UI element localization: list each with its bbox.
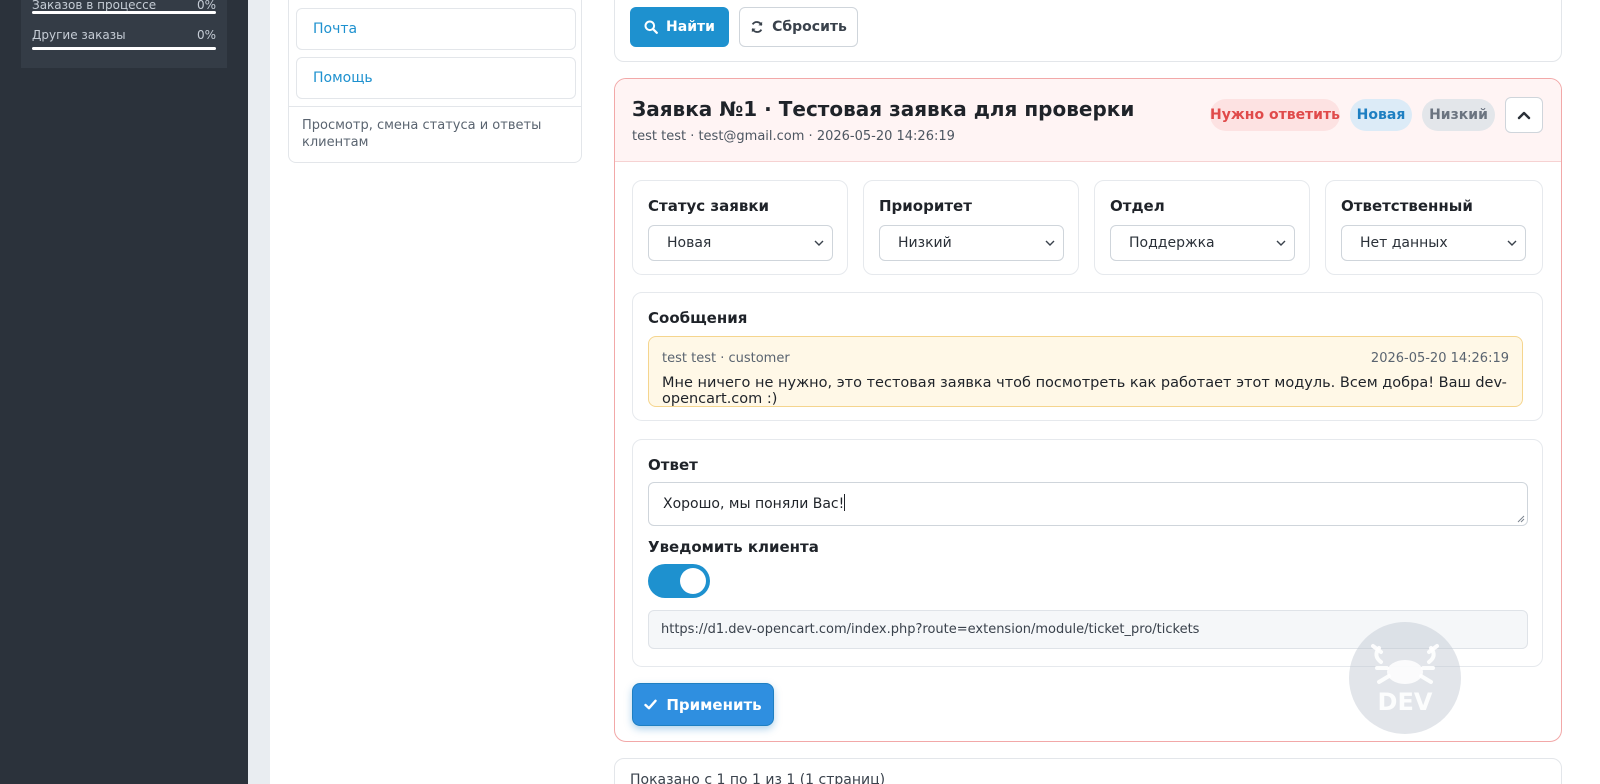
left-sidebar: Заказов в процессе 0% Другие заказы 0% bbox=[0, 0, 248, 784]
assignee-select-value: Нет данных bbox=[1360, 235, 1448, 251]
status-field: Статус заявки Новая bbox=[632, 180, 848, 275]
reply-title: Ответ bbox=[648, 456, 698, 474]
pagination-text: Показано с 1 по 1 из 1 (1 страниц) bbox=[630, 772, 886, 784]
need-reply-badge: Нужно ответить bbox=[1210, 99, 1340, 131]
priority-badge: Низкий bbox=[1422, 99, 1495, 131]
message-author: test test · customer bbox=[662, 351, 790, 366]
chevron-down-icon bbox=[1276, 240, 1286, 246]
stat-progress-bar bbox=[32, 11, 216, 14]
reset-button-label: Сбросить bbox=[772, 19, 847, 35]
menu-item-help[interactable]: Помощь bbox=[296, 57, 576, 99]
chevron-down-icon bbox=[814, 240, 824, 246]
find-button[interactable]: Найти bbox=[630, 7, 729, 47]
assignee-field-label: Ответственный bbox=[1341, 197, 1473, 215]
reply-textarea[interactable]: Хорошо, мы поняли Вас! bbox=[648, 482, 1528, 526]
dev-logo-watermark: DEV bbox=[1349, 622, 1461, 734]
priority-field: Приоритет Низкий bbox=[863, 180, 1079, 275]
ticket-meta: test test · test@gmail.com · 2026-05-20 … bbox=[632, 129, 955, 144]
stat-progress-bar bbox=[32, 47, 216, 50]
menu-divider bbox=[289, 106, 581, 107]
stat-percent: 0% bbox=[196, 28, 216, 42]
department-field-label: Отдел bbox=[1110, 197, 1165, 215]
menu-description: Просмотр, смена статуса и ответы клиента… bbox=[302, 118, 542, 150]
department-select-value: Поддержка bbox=[1129, 235, 1215, 251]
find-button-label: Найти bbox=[666, 19, 715, 35]
apply-button-label: Применить bbox=[666, 695, 762, 714]
collapse-button[interactable] bbox=[1505, 97, 1543, 133]
assignee-select[interactable]: Нет данных bbox=[1341, 225, 1526, 261]
toggle-knob bbox=[680, 568, 706, 594]
priority-select-value: Низкий bbox=[898, 235, 952, 251]
apply-button[interactable]: Применить bbox=[632, 683, 774, 726]
stat-orders-in-progress: Заказов в процессе 0% bbox=[32, 0, 216, 18]
ticket-title: Заявка №1 · Тестовая заявка для проверки bbox=[632, 97, 1135, 121]
assignee-field: Ответственный Нет данных bbox=[1325, 180, 1543, 275]
message-text: Мне ничего не нужно, это тестовая заявка… bbox=[662, 375, 1507, 407]
check-icon bbox=[644, 699, 658, 710]
watermark-text: DEV bbox=[1377, 688, 1433, 716]
text-caret bbox=[844, 494, 846, 511]
resize-grip-icon[interactable] bbox=[1517, 515, 1525, 523]
message-item: test test · customer 2026-05-20 14:26:19… bbox=[648, 336, 1523, 407]
messages-title: Сообщения bbox=[648, 309, 748, 327]
department-select[interactable]: Поддержка bbox=[1110, 225, 1295, 261]
menu-item-mail[interactable]: Почта bbox=[296, 8, 576, 50]
ticket-header: Заявка №1 · Тестовая заявка для проверки… bbox=[615, 79, 1561, 162]
chevron-down-icon bbox=[1507, 240, 1517, 246]
stat-label: Другие заказы bbox=[32, 28, 126, 42]
message-date: 2026-05-20 14:26:19 bbox=[1370, 351, 1509, 366]
priority-field-label: Приоритет bbox=[879, 197, 972, 215]
priority-select[interactable]: Низкий bbox=[879, 225, 1064, 261]
notify-client-label: Уведомить клиента bbox=[648, 538, 819, 556]
chevron-up-icon bbox=[1517, 111, 1531, 120]
chevron-down-icon bbox=[1045, 240, 1055, 246]
status-badge: Новая bbox=[1350, 99, 1412, 131]
reset-button[interactable]: Сбросить bbox=[739, 7, 858, 47]
order-stats-box: Заказов в процессе 0% Другие заказы 0% bbox=[21, 0, 227, 68]
notify-client-toggle[interactable] bbox=[648, 564, 710, 598]
search-card: Найти Сбросить bbox=[614, 0, 1562, 62]
status-select-value: Новая bbox=[667, 235, 712, 251]
status-select[interactable]: Новая bbox=[648, 225, 833, 261]
search-icon bbox=[644, 20, 658, 34]
department-field: Отдел Поддержка bbox=[1094, 180, 1310, 275]
crab-icon bbox=[1371, 644, 1439, 684]
status-field-label: Статус заявки bbox=[648, 197, 770, 215]
section-menu: Почта Помощь Просмотр, смена статуса и о… bbox=[288, 0, 582, 163]
reply-text: Хорошо, мы поняли Вас! bbox=[663, 496, 845, 512]
messages-box: Сообщения test test · customer 2026-05-2… bbox=[632, 292, 1543, 421]
stat-other-orders: Другие заказы 0% bbox=[32, 18, 216, 54]
refresh-icon bbox=[751, 21, 763, 33]
pagination-card: Показано с 1 по 1 из 1 (1 страниц) bbox=[614, 758, 1562, 784]
